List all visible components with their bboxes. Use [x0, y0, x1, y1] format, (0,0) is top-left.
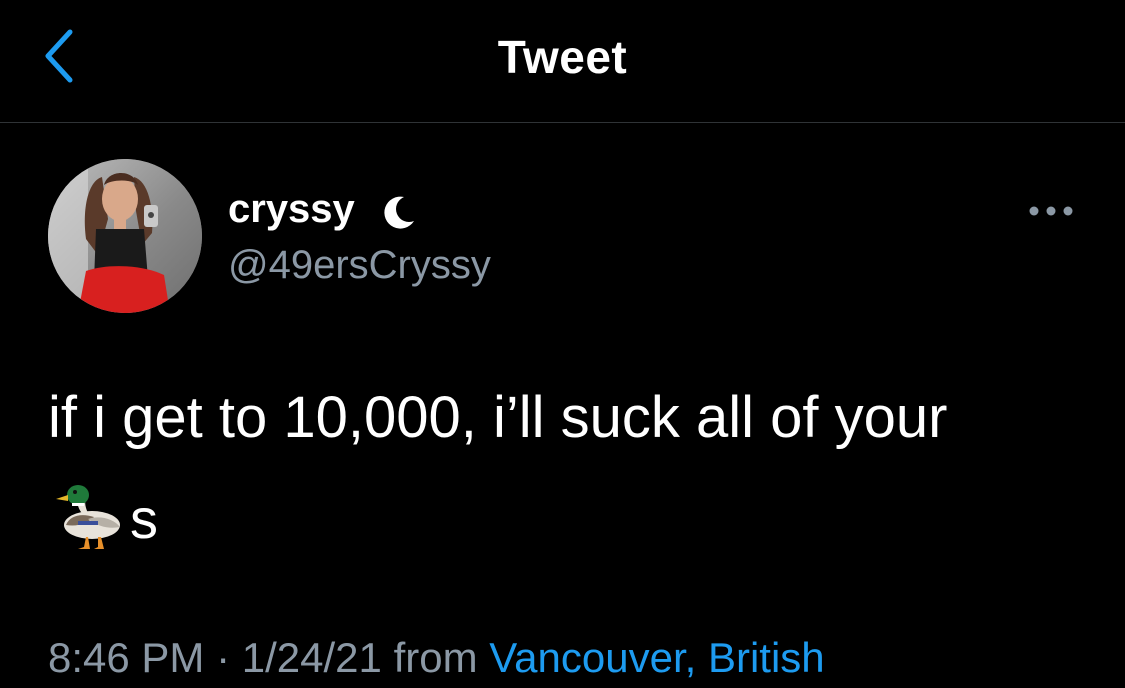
crescent-moon-icon	[384, 196, 414, 229]
author-display-name[interactable]: cryssy	[228, 185, 355, 233]
page-title: Tweet	[497, 31, 628, 83]
profile-photo	[48, 159, 202, 313]
more-options-button[interactable]	[1026, 199, 1076, 223]
from-label: from	[393, 634, 478, 681]
tweet-date: 1/24/21	[241, 634, 382, 681]
tweet-text-emoji-line: s	[48, 475, 448, 555]
tweet-time: 8:46 PM	[48, 634, 205, 681]
duck-emoji	[56, 485, 120, 549]
tweet-detail: cryssy @49ersCryssy if i get to 10,000, …	[0, 123, 1125, 688]
tweet-location-link[interactable]: Vancouver, British	[489, 634, 824, 681]
tweet-metadata: 8:46 PM · 1/24/21 from Vancouver, Britis…	[48, 633, 825, 683]
ellipsis-icon	[1029, 206, 1073, 216]
tweet-text-suffix: s	[130, 487, 158, 550]
tweet-text: if i get to 10,000, i’ll suck all of you…	[48, 385, 948, 450]
meta-separator: ·	[216, 634, 231, 681]
avatar[interactable]	[48, 159, 202, 313]
author-handle[interactable]: @49ersCryssy	[228, 241, 491, 289]
top-navigation-bar: Tweet	[0, 0, 1125, 123]
